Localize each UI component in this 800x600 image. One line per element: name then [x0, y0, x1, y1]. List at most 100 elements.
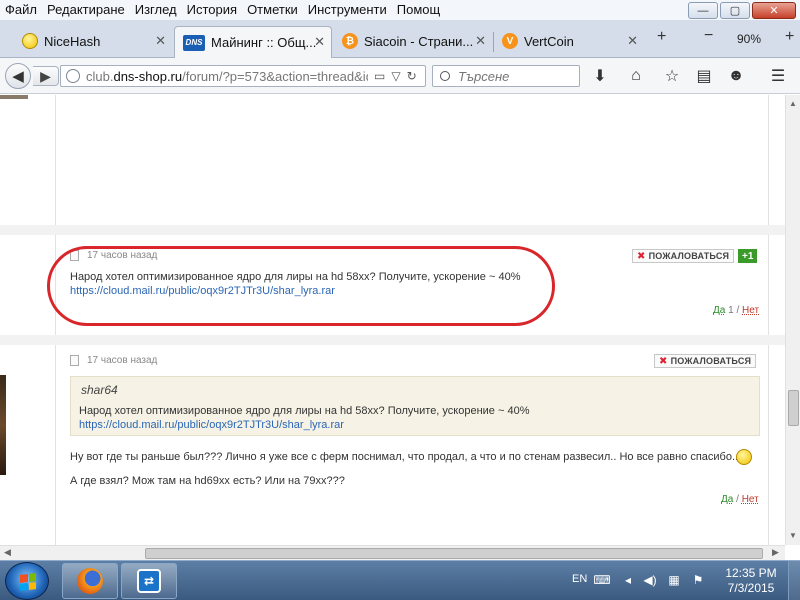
menu-hamburger-icon[interactable]: ☰ [768, 67, 788, 85]
tab-mining-forum[interactable]: DNS Майнинг :: Общ... ✕ [174, 26, 332, 58]
arrow-left-icon: ◀ [12, 68, 24, 85]
page-content: 17 часов назад ✖ ПОЖАЛОВАТЬСЯ +1 Народ х… [0, 95, 785, 545]
post-separator [0, 335, 785, 345]
zoom-level[interactable]: 90% [737, 32, 761, 46]
scrollbar-thumb[interactable] [145, 548, 763, 559]
minimize-button[interactable]: — [688, 2, 718, 19]
show-desktop-button[interactable] [788, 561, 800, 600]
search-input[interactable] [458, 68, 568, 84]
post-timestamp: 17 часов назад [70, 250, 157, 261]
post-link[interactable]: https://cloud.mail.ru/public/oqx9r2TJTr3… [70, 285, 335, 297]
tab-title: NiceHash [44, 33, 101, 49]
network-icon[interactable]: ▦ [666, 573, 682, 587]
report-label: ПОЖАЛОВАТЬСЯ [670, 356, 752, 366]
scroll-left-icon[interactable]: ◀ [4, 547, 11, 558]
scroll-down-icon[interactable]: ▼ [789, 531, 797, 540]
menu-file[interactable]: Файл [0, 0, 42, 20]
close-icon: ✖ [659, 355, 668, 367]
menu-view[interactable]: Изглед [130, 0, 182, 20]
url-prefix: club. [86, 68, 114, 84]
menu-edit[interactable]: Редактиране [42, 0, 130, 20]
vote-no-link[interactable]: Нет [742, 305, 759, 316]
vote-no-link[interactable]: Нет [742, 494, 759, 505]
scrollbar-thumb[interactable] [788, 390, 799, 426]
menu-bookmarks[interactable]: Отметки [242, 0, 303, 20]
quote-link[interactable]: https://cloud.mail.ru/public/oqx9r2TJTr3… [79, 419, 344, 431]
report-button[interactable]: ✖ ПОЖАЛОВАТЬСЯ [654, 354, 757, 368]
tab-nicehash[interactable]: NiceHash ✕ [14, 26, 172, 56]
forward-button[interactable]: ▶ [33, 66, 59, 86]
scroll-right-icon[interactable]: ▶ [772, 547, 779, 558]
avatar [0, 375, 6, 475]
action-center-flag-icon[interactable]: ⚑ [690, 573, 706, 587]
search-icon [440, 71, 450, 81]
report-label: ПОЖАЛОВАТЬСЯ [648, 251, 730, 261]
url-bar[interactable]: club.dns-shop.ru/forum/?p=573&action=thr… [60, 65, 426, 87]
vote-count: 1 [728, 305, 734, 316]
tab-close-icon[interactable]: ✕ [155, 33, 166, 49]
reload-icon[interactable]: ↻ [407, 69, 417, 83]
tab-close-icon[interactable]: ✕ [475, 33, 486, 49]
search-bar[interactable] [432, 65, 580, 87]
downloads-icon[interactable]: ⬇ [590, 67, 610, 85]
vote-separator: / [736, 494, 739, 505]
home-icon[interactable]: ⌂ [626, 67, 646, 85]
url-text[interactable]: club.dns-shop.ru/forum/?p=573&action=thr… [86, 69, 368, 84]
language-indicator[interactable]: EN [572, 573, 587, 585]
tab-bar: NiceHash ✕ DNS Майнинг :: Общ... ✕ ₿ Sia… [0, 20, 800, 58]
tab-title: Siacoin - Страни... [364, 33, 474, 49]
avatar-fragment [0, 95, 28, 99]
post-link-icon[interactable] [70, 355, 79, 366]
url-path: /forum/?p=573&action=thread&id [182, 68, 368, 84]
scroll-up-icon[interactable]: ▲ [789, 99, 797, 108]
column-divider [768, 95, 769, 225]
menu-bar: Файл Редактиране Изглед История Отметки … [0, 0, 800, 20]
vertcoin-favicon-icon: V [502, 33, 518, 49]
close-icon: ✖ [637, 250, 646, 262]
post-link-icon[interactable] [70, 250, 79, 261]
tab-title: Майнинг :: Общ... [211, 35, 317, 50]
tab-vertcoin[interactable]: V VertCoin ✕ [494, 26, 644, 56]
globe-icon [66, 69, 80, 83]
column-divider [768, 345, 769, 545]
report-button[interactable]: ✖ ПОЖАЛОВАТЬСЯ [632, 249, 735, 263]
volume-icon[interactable]: ◀) [642, 573, 658, 587]
dropdown-arrow-icon[interactable]: ▽ [391, 69, 400, 83]
smiley-favicon-icon [22, 33, 38, 49]
tray-expand-icon[interactable]: ◂ [620, 573, 636, 587]
teamviewer-icon: ⇄ [137, 569, 161, 593]
taskbar-teamviewer[interactable]: ⇄ [121, 563, 177, 599]
menu-history[interactable]: История [182, 0, 242, 20]
system-clock[interactable]: 12:35 PM 7/3/2015 [720, 566, 782, 596]
back-button[interactable]: ◀ [5, 63, 31, 89]
new-tab-button[interactable]: + [657, 28, 666, 46]
bookmark-star-icon[interactable]: ☆ [662, 67, 682, 85]
zoom-out-button[interactable]: − [704, 27, 713, 45]
vote-yes-link[interactable]: Да [721, 494, 733, 505]
tab-siacoin[interactable]: ₿ Siacoin - Страни... ✕ [334, 26, 492, 56]
tab-title: VertCoin [524, 33, 574, 49]
reader-view-icon[interactable]: ▭ [374, 69, 385, 83]
vote-yes-link[interactable]: Да [713, 305, 725, 316]
horizontal-scrollbar[interactable]: ◀ ▶ [0, 545, 785, 560]
tab-close-icon[interactable]: ✕ [627, 33, 638, 49]
bookmarks-list-icon[interactable]: ▤ [694, 67, 714, 85]
zoom-in-button[interactable]: + [785, 28, 794, 46]
arrow-right-icon: ▶ [40, 67, 51, 84]
clock-time: 12:35 PM [725, 566, 777, 580]
menu-tools[interactable]: Инструменти [303, 0, 392, 20]
menu-help[interactable]: Помощ [392, 0, 445, 20]
taskbar-firefox[interactable] [62, 563, 118, 599]
maximize-button[interactable]: ▢ [720, 2, 750, 19]
dns-favicon-icon: DNS [183, 34, 205, 51]
hello-chat-icon[interactable]: ☻ [726, 67, 746, 85]
quote-block: shar64 Народ хотел оптимизированное ядро… [70, 376, 760, 436]
start-button[interactable] [5, 562, 49, 600]
tab-close-icon[interactable]: ✕ [314, 34, 325, 50]
vote-controls: Да / Нет [721, 494, 759, 505]
taskbar: ⇄ EN ⌨ ◂ ◀) ▦ ⚑ 12:35 PM 7/3/2015 [0, 560, 800, 600]
vote-controls: Да 1 / Нет [713, 305, 759, 316]
keyboard-icon[interactable]: ⌨ [593, 573, 610, 587]
vertical-scrollbar[interactable]: ▲ ▼ [785, 95, 800, 545]
close-window-button[interactable]: ✕ [752, 2, 796, 19]
